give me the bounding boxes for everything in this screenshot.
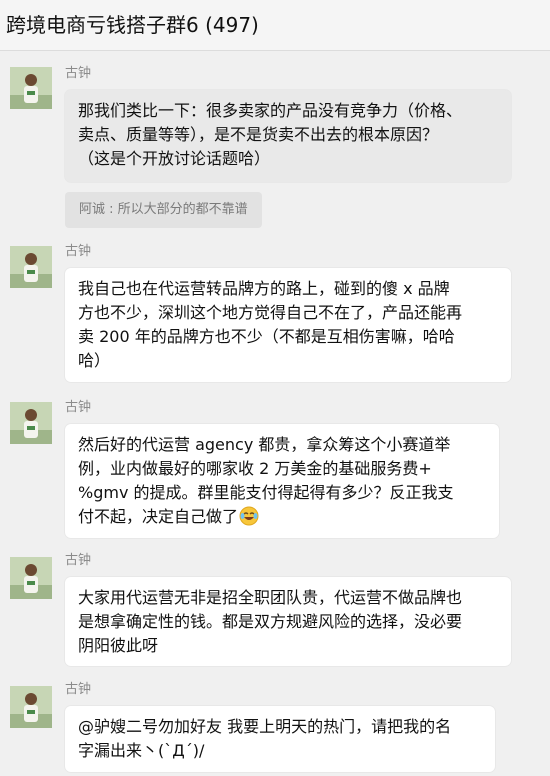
quoted-reply[interactable]: 阿诚 : 所以大部分的都不靠谱 bbox=[65, 192, 262, 228]
message-line: @驴嫂二号勿加好友 我要上明天的热门，请把我的名 bbox=[78, 717, 452, 736]
message-bubble[interactable]: 大家用代运营无非是招全职团队贵，代运营不做品牌也 是想拿确定性的钱。都是双方规避… bbox=[65, 577, 511, 666]
message-line-with-emoji: 付不起，决定自己做了 bbox=[78, 505, 486, 529]
message-line: 我自己也在代运营转品牌方的路上，碰到的傻 x 品牌 bbox=[78, 279, 450, 298]
chat-title: 跨境电商亏钱搭子群6 (497) bbox=[6, 13, 259, 37]
message-bubble[interactable]: @驴嫂二号勿加好友 我要上明天的热门，请把我的名 字漏出来丶(`Д´)/ bbox=[65, 706, 495, 772]
message-line: 然后好的代运营 agency 都贵，拿众筹这个小赛道举 bbox=[78, 435, 451, 454]
message-line: 付不起，决定自己做了 bbox=[78, 507, 239, 526]
message-line: 那我们类比一下：很多卖家的产品没有竞争力（价格、 bbox=[78, 101, 463, 120]
message-line: 大家用代运营无非是招全职团队贵，代运营不做品牌也 bbox=[78, 588, 463, 607]
avatar[interactable] bbox=[10, 402, 52, 444]
message-bubble[interactable]: 然后好的代运营 agency 都贵，拿众筹这个小赛道举 例，业内做最好的哪家收 … bbox=[65, 424, 499, 538]
message-line: 卖点、质量等等），是不是货卖不出去的根本原因？ bbox=[78, 125, 439, 144]
message-bubble[interactable]: 我自己也在代运营转品牌方的路上，碰到的傻 x 品牌 方也不少，深圳这个地方觉得自… bbox=[65, 268, 511, 382]
message-line: 是想拿确定性的钱。都是双方规避风险的选择，没必要 bbox=[78, 612, 463, 631]
message-line: 阴阳彼此呀 bbox=[78, 636, 159, 655]
message-bubble[interactable]: 那我们类比一下：很多卖家的产品没有竞争力（价格、 卖点、质量等等），是不是货卖不… bbox=[65, 90, 511, 182]
sender-name: 古钟 bbox=[65, 244, 92, 259]
message-line: 哈） bbox=[78, 351, 111, 370]
message-line: %gmv 的提成。群里能支付得起得有多少？反正我支 bbox=[78, 483, 454, 502]
sender-name: 古钟 bbox=[65, 66, 92, 81]
message-line: 卖 200 年的品牌方也不少（不都是互相伤害嘛，哈哈 bbox=[78, 327, 455, 346]
message-line: 字漏出来丶(`Д´)/ bbox=[78, 741, 205, 760]
sender-name: 古钟 bbox=[65, 400, 92, 415]
avatar[interactable] bbox=[10, 557, 52, 599]
laughing-crying-emoji-icon bbox=[239, 506, 259, 526]
message-line: 例，业内做最好的哪家收 2 万美金的基础服务费+ bbox=[78, 459, 432, 478]
sender-name: 古钟 bbox=[65, 682, 92, 697]
sender-name: 古钟 bbox=[65, 553, 92, 568]
avatar[interactable] bbox=[10, 246, 52, 288]
chat-header: 跨境电商亏钱搭子群6 (497) bbox=[0, 0, 550, 51]
message-line: 方也不少，深圳这个地方觉得自己不在了，产品还能再 bbox=[78, 303, 463, 322]
avatar[interactable] bbox=[10, 67, 52, 109]
message-line: （这是个开放讨论话题哈） bbox=[78, 149, 271, 168]
avatar[interactable] bbox=[10, 686, 52, 728]
